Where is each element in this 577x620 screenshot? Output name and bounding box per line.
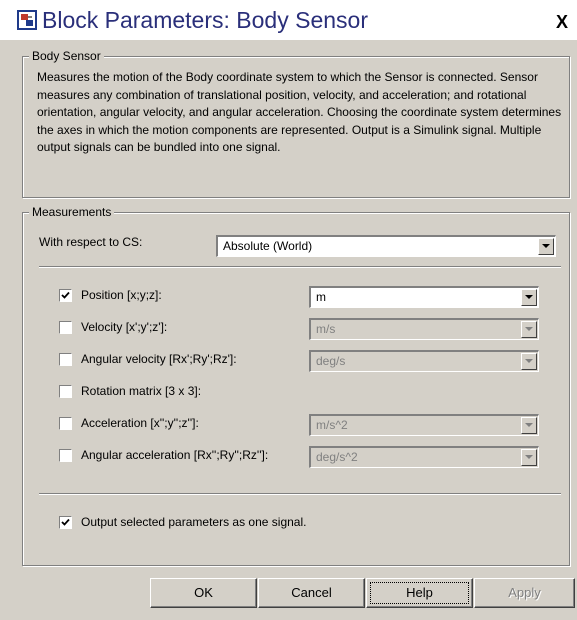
body-sensor-description: Measures the motion of the Body coordina… — [37, 70, 562, 154]
velocity-unit-dropdown[interactable]: m/s — [309, 318, 539, 340]
angular-acceleration-label: Angular acceleration [Rx'';Ry'';Rz'']: — [81, 448, 269, 462]
dialog-window: Block Parameters: Body Sensor X Body Sen… — [0, 0, 577, 620]
rotation-matrix-checkbox[interactable] — [59, 385, 72, 398]
position-unit-button[interactable] — [521, 289, 537, 306]
chevron-down-icon — [525, 455, 533, 459]
angular-velocity-unit-value: deg/s — [316, 354, 346, 368]
velocity-label: Velocity [x';y';z']: — [81, 320, 168, 334]
output-one-signal-checkbox[interactable] — [59, 516, 72, 529]
position-unit-value: m — [316, 290, 326, 304]
cs-label: With respect to CS: — [39, 235, 143, 249]
acceleration-checkbox[interactable] — [59, 417, 72, 430]
measurements-group: Measurements With respect to CS: Absolut… — [22, 205, 570, 566]
simulink-block-icon — [17, 10, 37, 30]
angular-acceleration-unit-value: deg/s^2 — [316, 450, 358, 464]
ok-button[interactable]: OK — [150, 578, 257, 608]
title-bar[interactable]: Block Parameters: Body Sensor X — [0, 0, 577, 40]
acceleration-unit-button[interactable] — [521, 417, 537, 434]
close-icon: X — [555, 12, 568, 32]
body-sensor-group: Body Sensor Measures the motion of the B… — [22, 49, 570, 198]
chevron-down-icon — [525, 327, 533, 331]
measurements-legend: Measurements — [29, 205, 115, 220]
checkmark-icon — [61, 518, 70, 526]
acceleration-unit-value: m/s^2 — [316, 418, 348, 432]
acceleration-label: Acceleration [x'';y'';z'']: — [81, 416, 199, 430]
velocity-unit-button[interactable] — [521, 321, 537, 338]
velocity-unit-value: m/s — [316, 322, 336, 336]
chevron-down-icon — [525, 423, 533, 427]
body-sensor-legend: Body Sensor — [29, 49, 104, 64]
acceleration-unit-dropdown[interactable]: m/s^2 — [309, 414, 539, 436]
angular-acceleration-unit-button[interactable] — [521, 449, 537, 466]
cs-dropdown[interactable]: Absolute (World) — [216, 235, 556, 257]
cancel-button[interactable]: Cancel — [258, 578, 365, 608]
position-label: Position [x;y;z]: — [81, 288, 162, 302]
angular-velocity-checkbox[interactable] — [59, 353, 72, 366]
angular-velocity-unit-button[interactable] — [521, 353, 537, 370]
output-one-signal-label: Output selected parameters as one signal… — [81, 515, 307, 529]
checkmark-icon — [61, 291, 70, 299]
angular-acceleration-checkbox[interactable] — [59, 449, 72, 462]
separator-top — [39, 266, 561, 268]
help-button[interactable]: Help — [366, 578, 473, 608]
separator-bottom — [39, 493, 561, 495]
rotation-matrix-label: Rotation matrix [3 x 3]: — [81, 384, 202, 398]
position-unit-dropdown[interactable]: m — [309, 286, 539, 308]
close-button[interactable]: X — [552, 12, 572, 32]
angular-velocity-label: Angular velocity [Rx';Ry';Rz']: — [81, 352, 237, 366]
position-checkbox[interactable] — [59, 289, 72, 302]
angular-acceleration-unit-dropdown[interactable]: deg/s^2 — [309, 446, 539, 468]
cs-dropdown-button[interactable] — [538, 238, 554, 255]
angular-velocity-unit-dropdown[interactable]: deg/s — [309, 350, 539, 372]
chevron-down-icon — [525, 359, 533, 363]
cs-dropdown-value: Absolute (World) — [223, 239, 313, 253]
apply-button[interactable]: Apply — [474, 578, 575, 608]
chevron-down-icon — [542, 244, 550, 248]
chevron-down-icon — [525, 295, 533, 299]
window-title: Block Parameters: Body Sensor — [42, 7, 368, 33]
velocity-checkbox[interactable] — [59, 321, 72, 334]
